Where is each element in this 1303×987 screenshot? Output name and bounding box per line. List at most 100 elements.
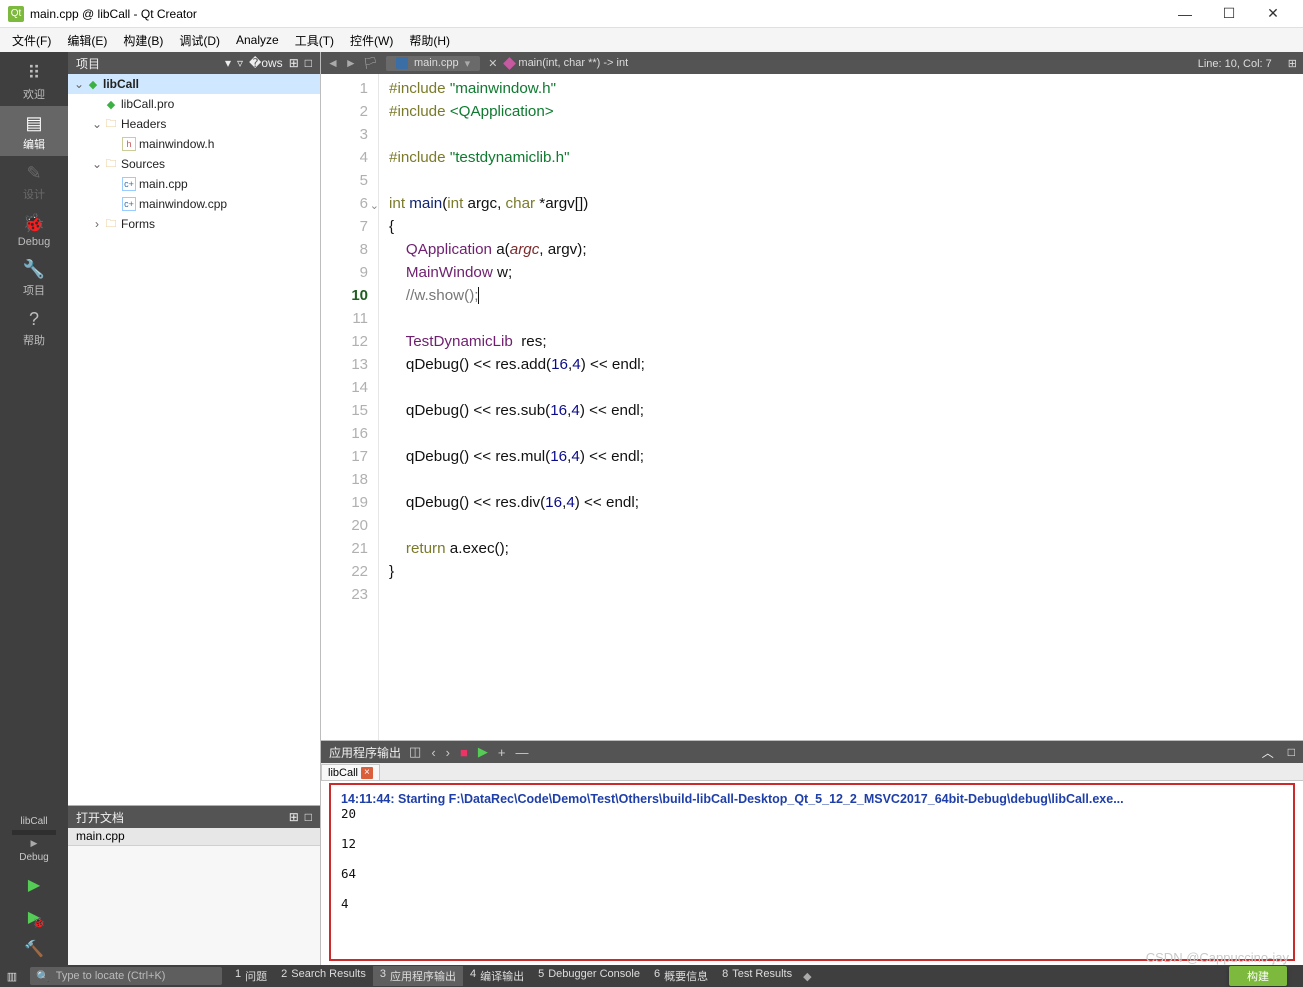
status-tab-8[interactable]: 8 Test Results: [715, 966, 799, 986]
line-gutter[interactable]: 123456⌄7891011121314151617181920212223: [321, 74, 379, 740]
build-badge[interactable]: 构建: [1229, 966, 1287, 986]
output-prev-icon[interactable]: ‹: [431, 745, 435, 760]
tree-item-mainwindow.cpp[interactable]: c+mainwindow.cpp: [68, 194, 320, 214]
menu-文件(F)[interactable]: 文件(F): [4, 30, 59, 51]
folder-icon: 🗀: [104, 117, 118, 131]
kit-selector[interactable]: libCall ▶ Debug: [0, 810, 68, 869]
split-icon[interactable]: ⊞: [289, 810, 299, 824]
run-button[interactable]: ▶: [0, 869, 68, 901]
cpp-file-icon: [396, 57, 408, 69]
search-icon: 🔍: [36, 970, 50, 983]
expand-icon[interactable]: ⌄: [90, 157, 104, 171]
code-content[interactable]: #include "mainwindow.h"#include <QApplic…: [379, 74, 1303, 740]
minimize-button[interactable]: —: [1163, 0, 1207, 28]
open-files-panel: 打开文档 ⊞□ main.cpp: [68, 805, 320, 965]
menu-控件(W)[interactable]: 控件(W): [342, 30, 401, 51]
open-files-list[interactable]: main.cpp: [68, 828, 320, 965]
code-editor[interactable]: 123456⌄7891011121314151617181920212223 #…: [321, 74, 1303, 741]
output-tabstrip: libCall ×: [321, 763, 1303, 781]
nav-fwd-icon[interactable]: ►: [345, 56, 357, 70]
open-file-item[interactable]: main.cpp: [68, 828, 320, 846]
panel-tool[interactable]: ▿: [237, 56, 243, 70]
expand-icon[interactable]: ›: [90, 217, 104, 231]
cpp-file-icon: c+: [122, 197, 136, 211]
panel-tool[interactable]: �ows: [249, 56, 283, 70]
kit-name: libCall: [20, 816, 47, 827]
close-button[interactable]: ✕: [1251, 0, 1295, 28]
menu-bar: 文件(F)编辑(E)构建(B)调试(D)Analyze工具(T)控件(W)帮助(…: [0, 28, 1303, 52]
nav-lock-icon[interactable]: 🏳: [363, 56, 378, 70]
panel-tool[interactable]: ▾: [225, 56, 231, 70]
project-icon: ◆: [86, 77, 100, 91]
close-tab-icon[interactable]: ×: [361, 767, 373, 779]
output-body[interactable]: 14:11:44: Starting F:\DataRec\Code\Demo\…: [329, 783, 1295, 961]
debug-run-button[interactable]: ▶🐞: [0, 901, 68, 933]
menu-帮助(H)[interactable]: 帮助(H): [401, 30, 458, 51]
tree-item-main.cpp[interactable]: c+main.cpp: [68, 174, 320, 194]
stop-icon[interactable]: ■: [460, 745, 468, 760]
function-icon: [504, 57, 517, 70]
status-tab-6[interactable]: 6 概要信息: [647, 966, 715, 986]
maximize-button[interactable]: ☐: [1207, 0, 1251, 28]
folder-icon: 🗀: [104, 217, 118, 231]
side-panel: 项目 ▾ ▿ �ows ⊞ □ ⌄◆libCall◆libCall.pro⌄🗀Heade…: [68, 52, 321, 965]
mode-项目[interactable]: 🔧项目: [0, 252, 68, 302]
split-editor-icon[interactable]: ⊞: [1288, 57, 1297, 70]
expand-icon[interactable]: ⌄: [72, 77, 86, 91]
add-icon[interactable]: +: [498, 745, 506, 760]
mode-icon: ⠿: [23, 62, 45, 84]
tree-item-Sources[interactable]: ⌄🗀Sources: [68, 154, 320, 174]
editor-filename: main.cpp: [414, 57, 459, 69]
close-file-icon[interactable]: ✕: [488, 57, 497, 70]
menu-调试(D)[interactable]: 调试(D): [171, 30, 228, 51]
toggle-sidebar-icon[interactable]: ▥: [2, 966, 22, 986]
monitor-icon: [12, 830, 56, 835]
nav-back-icon[interactable]: ◄: [327, 56, 339, 70]
mode-Debug[interactable]: 🐞Debug: [0, 206, 68, 252]
output-next-icon[interactable]: ›: [446, 745, 450, 760]
menu-编辑(E)[interactable]: 编辑(E): [59, 30, 115, 51]
open-files-header: 打开文档 ⊞□: [68, 806, 320, 828]
project-tree[interactable]: ⌄◆libCall◆libCall.pro⌄🗀Headershmainwindo…: [68, 74, 320, 805]
status-tab-1[interactable]: 1 问题: [228, 966, 274, 986]
status-tab-4[interactable]: 4 编译输出: [463, 966, 531, 986]
app-icon: Qt: [8, 6, 24, 22]
attach-icon[interactable]: ◫: [409, 744, 421, 760]
status-more-icon[interactable]: ◆: [803, 970, 811, 983]
window-title: main.cpp @ libCall - Qt Creator: [30, 7, 197, 21]
symbol-crumb[interactable]: main(int, char **) -> int: [505, 57, 628, 69]
tree-item-libCall.pro[interactable]: ◆libCall.pro: [68, 94, 320, 114]
mode-帮助[interactable]: ?帮助: [0, 302, 68, 352]
project-panel-title: 项目: [76, 55, 100, 72]
editor-toolbar: ◄ ► 🏳 main.cpp ▾ ✕ main(int, char **) ->…: [321, 52, 1303, 74]
mode-编辑[interactable]: ▤编辑: [0, 106, 68, 156]
locator-placeholder: Type to locate (Ctrl+K): [56, 970, 166, 982]
rerun-icon[interactable]: ▶: [478, 744, 488, 760]
output-up-icon[interactable]: ︿: [1262, 744, 1274, 761]
tree-item-Forms[interactable]: ›🗀Forms: [68, 214, 320, 234]
menu-构建(B)[interactable]: 构建(B): [115, 30, 171, 51]
mode-设计[interactable]: ✎设计: [0, 156, 68, 206]
status-tab-5[interactable]: 5 Debugger Console: [531, 966, 647, 986]
locator-input[interactable]: 🔍 Type to locate (Ctrl+K): [30, 967, 222, 985]
tree-item-libCall[interactable]: ⌄◆libCall: [68, 74, 320, 94]
status-tab-2[interactable]: 2 Search Results: [274, 966, 373, 986]
remove-icon[interactable]: —: [515, 745, 528, 760]
status-tab-3[interactable]: 3 应用程序输出: [373, 966, 463, 986]
mode-欢迎[interactable]: ⠿欢迎: [0, 56, 68, 106]
tree-item-Headers[interactable]: ⌄🗀Headers: [68, 114, 320, 134]
file-crumb[interactable]: main.cpp ▾: [386, 56, 480, 71]
fold-icon[interactable]: ⌄: [370, 199, 379, 212]
menu-工具(T)[interactable]: 工具(T): [287, 30, 342, 51]
menu-Analyze[interactable]: Analyze: [228, 31, 287, 49]
panel-tool[interactable]: ⊞: [289, 56, 299, 70]
close-panel-icon[interactable]: □: [305, 810, 312, 824]
output-tab[interactable]: libCall ×: [321, 764, 380, 780]
expand-icon[interactable]: ⌄: [90, 117, 104, 131]
output-close-icon[interactable]: □: [1288, 745, 1295, 759]
tree-item-mainwindow.h[interactable]: hmainwindow.h: [68, 134, 320, 154]
panel-tool[interactable]: □: [305, 56, 312, 70]
folder-icon: 🗀: [104, 157, 118, 171]
build-button[interactable]: 🔨: [0, 933, 68, 965]
mode-selector: ⠿欢迎▤编辑✎设计🐞Debug🔧项目?帮助 libCall ▶ Debug ▶ …: [0, 52, 68, 965]
